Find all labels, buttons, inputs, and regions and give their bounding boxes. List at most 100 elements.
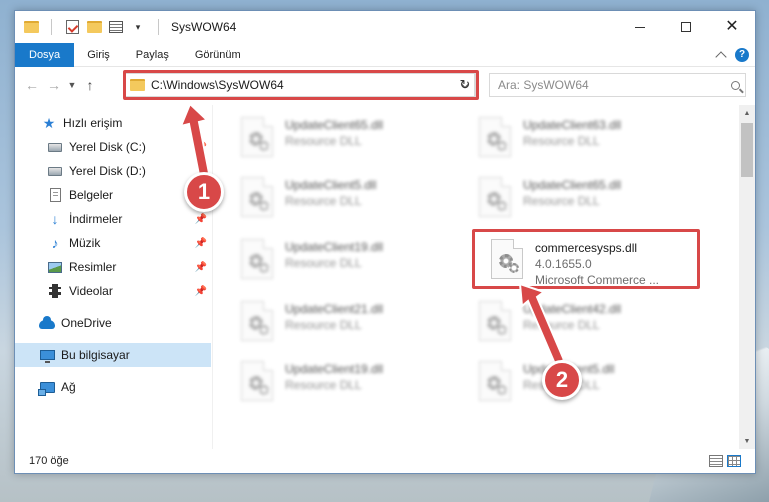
large-icons-view-icon[interactable] [727,455,741,467]
dll-file-icon [241,177,273,217]
file-item[interactable]: UpdateClient65.dll Resource DLL [241,111,471,163]
arrow-up-icon: ↑ [86,77,94,93]
dll-file-icon [491,239,523,279]
dll-file-icon [479,117,511,157]
minimize-button[interactable] [617,11,663,43]
this-pc-icon [39,347,55,363]
sidebar-item-label: Belgeler [69,188,114,202]
dll-file-icon [479,301,511,341]
sidebar-item-downloads[interactable]: ↓ İndirmeler 📌 [15,207,211,231]
pin-icon: 📌 [194,261,207,273]
annotation-step-1-badge: 1 [184,172,224,212]
address-path[interactable]: C:\Windows\SysWOW64 [151,78,284,92]
toolbar-divider [51,19,52,35]
customize-toolbar-chevron-icon[interactable]: ▾ [130,19,146,35]
sidebar-item-local-disk-c[interactable]: Yerel Disk (C:) 📌 [15,135,211,159]
ribbon-tabs: Dosya Giriş Paylaş Görünüm ? [15,42,755,67]
recent-locations-button[interactable]: ▼ [65,73,79,97]
close-button[interactable]: ✕ [709,11,755,43]
annotation-step-2-badge: 2 [542,360,582,400]
properties-icon[interactable] [108,19,124,35]
tab-share[interactable]: Paylaş [123,43,182,67]
vertical-scrollbar[interactable]: ▲ ▼ [739,105,755,449]
file-item[interactable]: UpdateClient63.dll Resource DLL [479,111,709,163]
navigation-pane: ★ Hızlı erişim Yerel Disk (C:) 📌 Yerel D… [15,105,213,449]
file-description: Resource DLL [285,256,362,270]
up-button[interactable]: ↑ [79,73,101,97]
file-item[interactable]: UpdateClient5.dllResource DLL [479,355,709,407]
chevron-down-icon: ▼ [743,437,751,445]
file-item[interactable]: UpdateClient21.dll Resource DLL [241,295,471,347]
details-view-icon[interactable] [709,455,723,467]
sidebar-item-network[interactable]: Ağ [15,375,211,399]
sidebar-item-label: Bu bilgisayar [61,348,130,362]
drive-icon [47,163,63,179]
pin-icon: 📌 [194,285,207,297]
music-icon: ♪ [51,235,59,251]
tab-home[interactable]: Giriş [74,43,123,67]
file-item[interactable]: UpdateClient42.dll Resource DLL [479,295,709,347]
file-item[interactable]: UpdateClient65.dll Resource DLL [479,171,709,223]
sidebar-item-music[interactable]: ♪ Müzik 📌 [15,231,211,255]
help-icon[interactable]: ? [735,47,749,62]
chevron-down-icon: ▼ [67,80,77,90]
search-box[interactable] [489,73,746,97]
close-icon: ✕ [725,18,739,35]
chevron-up-icon: ▲ [743,109,751,117]
file-item[interactable]: UpdateClient19.dll Resource DLL [241,355,471,407]
item-count: 170 öğe [29,455,69,467]
scroll-down-button[interactable]: ▼ [739,433,755,449]
forward-button[interactable]: → [43,73,65,97]
sidebar-item-label: OneDrive [61,316,112,330]
file-name: UpdateClient5.dll [285,178,377,192]
expand-ribbon-icon[interactable] [715,50,727,63]
new-folder-icon[interactable] [86,19,102,35]
pin-icon: 📌 [194,237,207,249]
drive-icon [47,139,63,155]
file-name: UpdateClient65.dll [523,178,622,192]
view-toggle [709,455,755,467]
arrow-left-icon: ← [25,77,39,93]
search-icon[interactable] [725,80,745,90]
window-controls: ✕ [617,11,755,43]
pane-divider[interactable] [212,105,213,449]
sidebar-item-label: Videolar [69,284,113,298]
pin-icon: 📌 [194,213,207,225]
address-bar[interactable]: C:\Windows\SysWOW64 [125,73,475,97]
properties-check-icon[interactable] [64,19,80,35]
scroll-up-button[interactable]: ▲ [739,105,755,121]
search-input[interactable] [498,78,718,92]
sidebar-item-local-disk-d[interactable]: Yerel Disk (D:) [15,159,211,183]
back-button[interactable]: ← [21,73,43,97]
file-item[interactable]: UpdateClient5.dll Resource DLL [241,171,471,223]
file-description: Resource DLL [285,194,362,208]
sidebar-item-pictures[interactable]: Resimler 📌 [15,255,211,279]
sidebar-item-documents[interactable]: Belgeler [15,183,211,207]
sidebar-item-videos[interactable]: Videolar 📌 [15,279,211,303]
dll-file-icon [241,117,273,157]
sidebar-item-quick-access[interactable]: ★ Hızlı erişim [15,111,211,135]
scroll-thumb[interactable] [741,123,753,177]
file-item-commercesysps[interactable]: commercesysps.dll 4.0.1655.0 Microsoft C… [491,233,721,287]
title-bar: ▾ SysWOW64 ✕ [15,11,755,43]
refresh-button[interactable]: ↻ [455,73,476,97]
status-bar: 170 öğe [15,449,755,473]
sidebar-item-this-pc[interactable]: Bu bilgisayar [15,343,211,367]
file-description: Resource DLL [285,134,362,148]
file-list: UpdateClient65.dll Resource DLL UpdateCli… [225,107,725,449]
tab-file[interactable]: Dosya [15,42,75,67]
maximize-button[interactable] [663,11,709,43]
sidebar-item-label: Yerel Disk (D:) [69,164,146,178]
file-description: Resource DLL [523,318,600,332]
tab-view[interactable]: Görünüm [182,43,254,67]
sidebar-item-label: Yerel Disk (C:) [69,140,146,154]
pin-icon: 📌 [194,141,207,153]
sidebar-item-onedrive[interactable]: OneDrive [15,311,211,335]
downloads-icon: ↓ [51,211,59,227]
title-divider [158,19,159,35]
file-version: 4.0.1655.0 [535,257,592,271]
dll-file-icon [241,361,273,401]
videos-icon [47,283,63,299]
sidebar-item-label: Resimler [69,260,117,274]
file-item[interactable]: UpdateClient19.dll Resource DLL [241,233,471,285]
